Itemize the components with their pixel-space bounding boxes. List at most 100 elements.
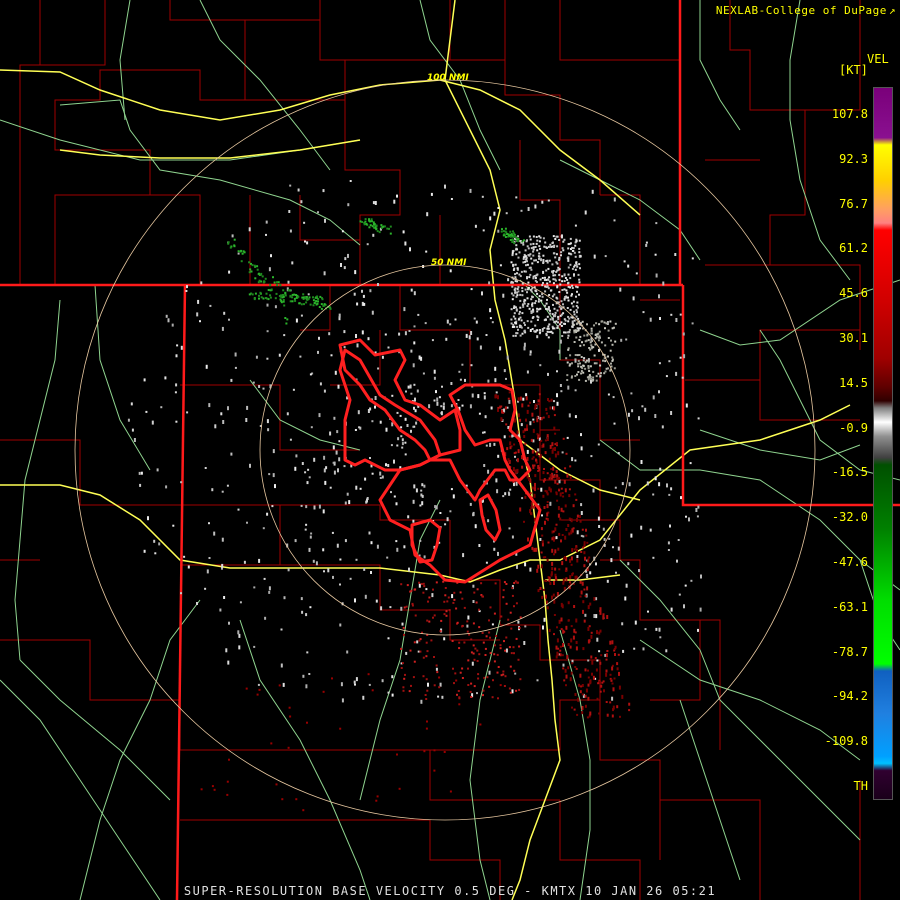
echo-outbound xyxy=(489,606,492,609)
echo-gray xyxy=(596,637,599,642)
echo-gray xyxy=(553,246,555,248)
echo-gray xyxy=(343,465,346,468)
echo-gray xyxy=(514,317,517,320)
echo-gray xyxy=(571,362,573,365)
credit-banner[interactable]: NEXLAB-College of DuPage ↗ xyxy=(716,4,896,17)
legend-label: -47.6 xyxy=(831,555,868,569)
echo-outbound xyxy=(306,721,308,724)
echo-gray xyxy=(667,549,670,551)
echo-gray xyxy=(649,528,652,532)
echo-gray xyxy=(573,329,576,332)
echo-gray xyxy=(520,423,523,427)
echo-gray xyxy=(526,260,528,263)
echo-gray xyxy=(145,410,148,413)
echo-gray xyxy=(567,282,569,285)
echo-gray xyxy=(573,265,576,268)
echo-outbound xyxy=(412,676,415,679)
echo-gray xyxy=(264,616,267,620)
echo-gray xyxy=(400,606,403,611)
echo-gray xyxy=(523,302,526,305)
echo-gray xyxy=(309,606,312,609)
echo-outbound xyxy=(516,468,519,473)
echo-outbound xyxy=(611,682,614,685)
echo-gray xyxy=(300,200,303,204)
echo-gray xyxy=(127,418,130,422)
echo-gray xyxy=(539,364,542,367)
echo-outbound xyxy=(569,575,572,580)
echo-gray xyxy=(450,404,453,408)
echo-gray xyxy=(541,328,544,331)
echo-gray xyxy=(525,393,528,397)
echo-gray xyxy=(391,693,394,697)
echo-gray xyxy=(450,198,453,200)
echo-outbound xyxy=(597,682,600,685)
echo-gray xyxy=(470,364,473,367)
echo-gray xyxy=(262,387,265,390)
echo-outbound xyxy=(575,618,578,623)
echo-gray xyxy=(332,461,335,464)
echo-outbound xyxy=(542,556,545,559)
echo-gray xyxy=(532,242,535,245)
echo-gray xyxy=(208,557,211,559)
echo-outbound xyxy=(213,788,216,791)
echo-outbound xyxy=(561,492,564,494)
echo-gray xyxy=(226,484,229,487)
echo-gray xyxy=(335,450,338,455)
echo-outbound xyxy=(573,548,576,551)
echo-gray xyxy=(548,280,551,283)
echo-gray xyxy=(682,332,685,336)
echo-outbound xyxy=(563,630,566,633)
echo-gray xyxy=(370,571,372,574)
echo-outbound xyxy=(505,583,508,585)
echo-gray xyxy=(566,436,569,439)
echo-outbound xyxy=(472,644,475,647)
echo-outbound xyxy=(438,676,441,679)
echo-gray xyxy=(600,372,602,375)
echo-gray xyxy=(333,416,336,420)
echo-inbound xyxy=(504,227,507,230)
echo-gray xyxy=(331,531,334,534)
echo-gray xyxy=(577,329,580,332)
echo-gray xyxy=(512,334,515,337)
echo-inbound xyxy=(253,264,256,267)
echo-gray xyxy=(487,379,490,383)
echo-gray xyxy=(683,604,685,609)
warning-polygon-narrow-a xyxy=(410,518,442,564)
echo-gray xyxy=(611,356,614,359)
echo-gray xyxy=(543,279,546,281)
echo-gray xyxy=(583,357,586,360)
echo-gray xyxy=(520,270,523,273)
echo-gray xyxy=(466,624,469,628)
echo-gray xyxy=(576,555,579,558)
echo-outbound xyxy=(489,652,492,655)
echo-outbound xyxy=(542,494,545,498)
echo-outbound xyxy=(565,528,568,531)
echo-outbound xyxy=(426,689,429,692)
echo-gray xyxy=(266,357,269,360)
echo-gray xyxy=(446,319,449,324)
echo-gray xyxy=(567,296,569,299)
echo-gray xyxy=(570,316,573,319)
echo-gray xyxy=(408,567,410,572)
echo-gray xyxy=(530,320,533,323)
echo-outbound xyxy=(555,470,558,474)
echo-gray xyxy=(573,319,576,322)
echo-gray xyxy=(469,188,472,193)
echo-outbound xyxy=(458,641,461,644)
echo-gray xyxy=(556,326,559,329)
echo-outbound xyxy=(546,512,549,517)
echo-gray xyxy=(332,575,334,579)
echo-outbound xyxy=(411,604,414,607)
echo-gray xyxy=(309,535,312,539)
echo-outbound xyxy=(618,685,621,690)
echo-gray xyxy=(387,464,390,467)
echo-outbound xyxy=(494,644,496,647)
echo-outbound xyxy=(564,668,567,673)
echo-outbound xyxy=(508,687,511,690)
echo-outbound xyxy=(569,558,572,563)
echo-gray xyxy=(521,282,524,285)
echo-gray xyxy=(510,318,513,321)
echo-gray xyxy=(562,303,564,306)
echo-gray xyxy=(234,366,237,369)
echo-outbound xyxy=(515,602,518,605)
